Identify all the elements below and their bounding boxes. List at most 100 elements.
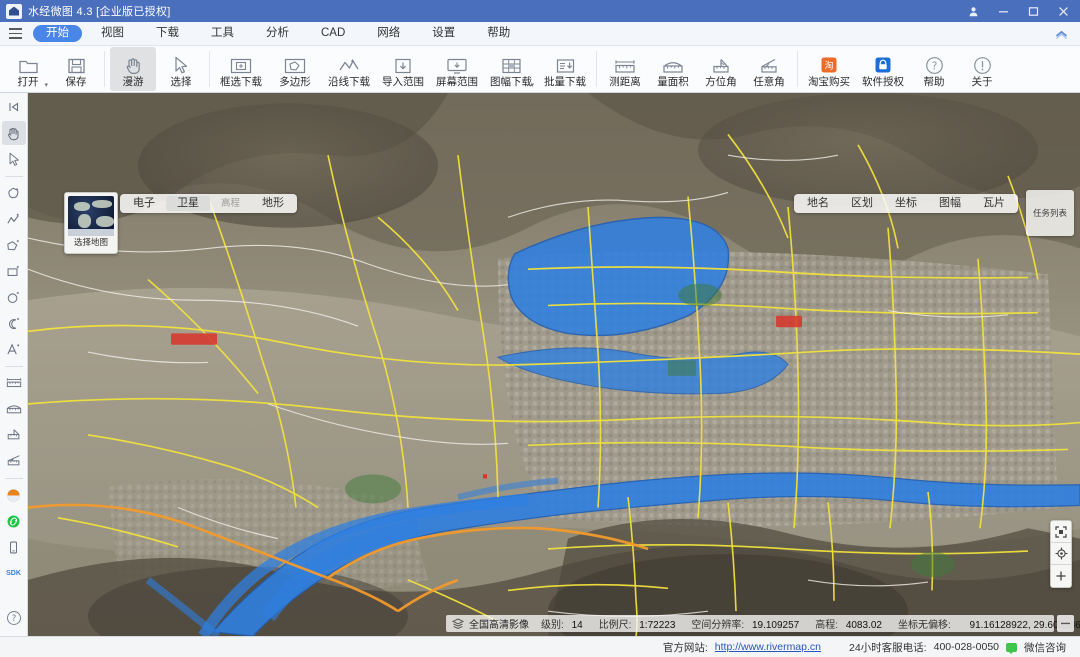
toolbar-about-button[interactable]: 关于 <box>959 47 1005 91</box>
save-disk-icon <box>67 53 86 75</box>
rail-question-circle-icon[interactable]: ? <box>2 606 26 630</box>
polygon-icon <box>284 53 306 75</box>
overlay-sheets-button[interactable]: 图幅 <box>928 196 972 211</box>
toolbar-import-range-button[interactable]: 导入范围 <box>377 47 429 91</box>
rail-azimuth-icon[interactable] <box>2 423 26 447</box>
rail-hand-pan-icon[interactable] <box>1 121 26 145</box>
pin-toolbar-icon[interactable] <box>2 95 26 119</box>
rail-measure-distance-icon[interactable] <box>2 371 26 395</box>
rail-polygon-icon[interactable] <box>2 233 26 257</box>
basemap-terrain-button[interactable]: 地形 <box>251 196 295 211</box>
fullscreen-button[interactable] <box>1051 521 1071 543</box>
user-account-button[interactable] <box>958 0 988 22</box>
toolbar-measure-distance-button[interactable]: 测距离 <box>602 47 648 91</box>
footer-phone-label: 24小时客服电话: <box>849 641 927 654</box>
svg-text:淘: 淘 <box>824 59 833 71</box>
rail-share-green-icon[interactable] <box>2 509 26 533</box>
rail-mobile-device-icon[interactable] <box>2 535 26 559</box>
tab-view[interactable]: 视图 <box>88 25 137 42</box>
measure-distance-icon <box>614 53 636 75</box>
rail-free-angle-icon[interactable] <box>2 449 26 473</box>
tab-start[interactable]: 开始 <box>33 25 82 42</box>
overlay-placenames-button[interactable]: 地名 <box>796 196 840 211</box>
rail-sdk-label-icon[interactable]: SDK <box>2 561 26 585</box>
toolbar-separator <box>104 51 105 87</box>
rail-point-marker-icon[interactable] <box>2 181 26 205</box>
chevron-up-icon[interactable] <box>1052 25 1070 43</box>
zoom-in-button[interactable] <box>1051 565 1071 587</box>
basemap-elevation-button[interactable]: 高程 <box>210 196 251 211</box>
toolbar-help-button[interactable]: ? 帮助 <box>911 47 957 91</box>
toolbar-label: 关于 <box>971 75 993 88</box>
import-range-icon <box>393 53 413 75</box>
close-button[interactable] <box>1048 0 1078 22</box>
maximize-button[interactable] <box>1018 0 1048 22</box>
toolbar-select-button[interactable]: 选择 <box>158 47 204 91</box>
tab-analysis[interactable]: 分析 <box>253 25 302 42</box>
overlay-districts-button[interactable]: 区划 <box>840 196 884 211</box>
tab-tools[interactable]: 工具 <box>198 25 247 42</box>
footer-wechat-label[interactable]: 微信咨询 <box>1024 640 1066 655</box>
toolbar-separator <box>209 51 210 87</box>
locate-center-button[interactable] <box>1051 543 1071 565</box>
toolbar-polygon-button[interactable]: 多边形 <box>269 47 321 91</box>
overlay-coordinates-button[interactable]: 坐标 <box>884 196 928 211</box>
toolbar-label: 多边形 <box>279 75 311 88</box>
rail-terrain-color-icon[interactable] <box>2 483 26 507</box>
toolbar-license-button[interactable]: 软件授权 <box>857 47 909 91</box>
hamburger-menu-icon[interactable] <box>0 22 30 46</box>
rail-cursor-arrow-icon[interactable] <box>2 147 26 171</box>
tab-network[interactable]: 网络 <box>364 25 413 42</box>
window-title: 水经微图 4.3 [企业版已授权] <box>28 6 171 18</box>
footer-site-label: 官方网站: <box>662 641 708 654</box>
cursor-arrow-icon <box>173 53 189 75</box>
toolbar-pan-button[interactable]: 漫游 <box>110 47 156 91</box>
rail-measure-area-icon[interactable] <box>2 397 26 421</box>
svg-text:?: ? <box>931 60 937 72</box>
footer-phone-value: 400-028-0050 <box>933 641 999 653</box>
task-list-panel[interactable]: 任务列表 <box>1026 190 1074 236</box>
basemap-electronic-button[interactable]: 电子 <box>122 196 166 211</box>
toolbar-batch-download-button[interactable]: 批量下载 <box>539 47 591 91</box>
folder-open-icon <box>18 53 39 75</box>
rail-polyline-icon[interactable] <box>2 207 26 231</box>
rail-arc-icon[interactable] <box>2 311 26 335</box>
toolbar-label: 量面积 <box>657 75 689 88</box>
taobao-cart-icon: 淘 <box>819 53 839 75</box>
status-resolution-value: 19.109257 <box>751 620 800 631</box>
tab-cad[interactable]: CAD <box>308 25 358 42</box>
tab-download[interactable]: 下载 <box>143 25 192 42</box>
ribbon-toolbar: 打开 ▾ 保存 漫游 选择 框选下载 多边形 沿线下载 导入范围 屏幕范围 图幅… <box>0 46 1080 93</box>
footer-site-link[interactable]: http://www.rivermap.cn <box>715 641 821 653</box>
toolbar-polyline-download-button[interactable]: 沿线下载 <box>323 47 375 91</box>
map-imagery-canvas[interactable] <box>28 93 1080 636</box>
status-level-value: 14 <box>571 620 583 631</box>
toolbar-screen-range-button[interactable]: 屏幕范围 <box>431 47 483 91</box>
toolbar-free-angle-button[interactable]: 任意角 <box>746 47 792 91</box>
toolbar-label: 打开 <box>17 75 39 88</box>
status-collapse-button[interactable] <box>1057 615 1074 632</box>
toolbar-open-button[interactable]: 打开 ▾ <box>5 47 51 91</box>
toolbar-measure-area-button[interactable]: 量面积 <box>650 47 696 91</box>
map-viewport[interactable]: 选择地图 电子 卫星 高程 地形 地名 区划 坐标 图幅 瓦片 任务列表 全国高… <box>28 93 1080 636</box>
license-lock-icon <box>873 53 893 75</box>
layers-icon <box>452 618 464 629</box>
tab-settings[interactable]: 设置 <box>419 25 468 42</box>
toolbar-label: 帮助 <box>923 75 945 88</box>
toolbar-sheet-download-button[interactable]: 图幅下载 ▾ <box>485 47 537 91</box>
toolbar-azimuth-button[interactable]: 方位角 <box>698 47 744 91</box>
tab-help[interactable]: 帮助 <box>474 25 523 42</box>
overlay-tiles-button[interactable]: 瓦片 <box>972 196 1016 211</box>
toolbar-taobao-button[interactable]: 淘 淘宝购买 <box>803 47 855 91</box>
basemap-selector[interactable]: 选择地图 <box>64 192 118 254</box>
rail-circle-icon[interactable] <box>2 285 26 309</box>
minimize-button[interactable] <box>988 0 1018 22</box>
ribbon-tab-bar: 开始 视图 下载 工具 分析 CAD 网络 设置 帮助 <box>0 22 1080 46</box>
rail-text-label-icon[interactable] <box>2 337 26 361</box>
toolbar-rect-download-button[interactable]: 框选下载 <box>215 47 267 91</box>
toolbar-save-button[interactable]: 保存 <box>53 47 99 91</box>
basemap-satellite-button[interactable]: 卫星 <box>166 196 210 211</box>
rail-rectangle-icon[interactable] <box>2 259 26 283</box>
rect-select-download-icon <box>230 53 252 75</box>
toolbar-label: 方位角 <box>705 75 737 88</box>
